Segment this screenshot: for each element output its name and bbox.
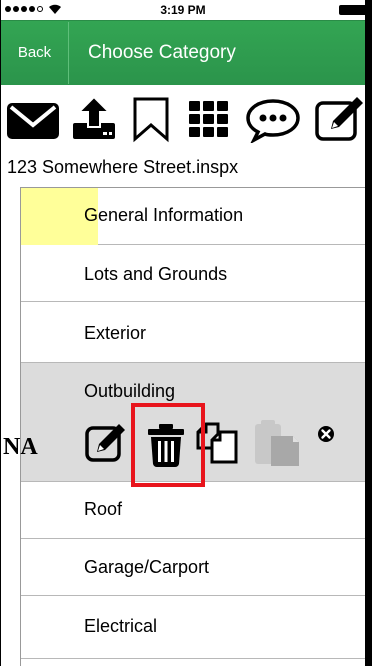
category-label: Roof: [84, 499, 123, 519]
list-item[interactable]: Exterior: [21, 302, 365, 363]
list-item[interactable]: Roof: [21, 482, 365, 539]
list-item[interactable]: Garage/Carport: [21, 539, 365, 596]
status-time: 3:19 PM: [160, 3, 206, 17]
status-bar: 3:19 PM: [1, 0, 365, 20]
app-screen: 3:19 PM Back Choose Category 123 Somewhe…: [0, 0, 365, 666]
category-label: Lots and Grounds: [84, 264, 228, 284]
page-title: Choose Category: [88, 42, 236, 63]
envelope-icon[interactable]: [5, 95, 61, 143]
category-label: Outbuilding: [84, 381, 176, 401]
file-name: 123 Somewhere Street.inspx: [7, 157, 239, 177]
battery-icon: [339, 5, 365, 15]
category-label: General Information: [84, 205, 244, 225]
highlight-callout: [131, 403, 205, 487]
close-icon[interactable]: [316, 424, 336, 444]
na-button[interactable]: NA: [3, 434, 38, 461]
list-item[interactable]: Electrical: [21, 596, 365, 659]
upload-icon[interactable]: [69, 95, 119, 143]
chat-bubble-icon[interactable]: [245, 95, 301, 143]
toolbar: [1, 85, 365, 153]
back-button[interactable]: Back: [1, 22, 69, 84]
paste-icon: [255, 420, 299, 466]
category-label: Exterior: [84, 323, 147, 343]
navigation-bar: Back Choose Category: [1, 20, 365, 85]
category-label: Garage/Carport: [84, 557, 210, 577]
edit-icon[interactable]: [313, 95, 365, 143]
grid-icon[interactable]: [185, 95, 233, 143]
list-item[interactable]: General Information: [21, 188, 365, 245]
bookmark-icon[interactable]: [129, 95, 173, 143]
list-item[interactable]: Lots and Grounds: [21, 245, 365, 302]
category-label: Electrical: [84, 616, 158, 636]
edit-icon[interactable]: [83, 420, 127, 464]
